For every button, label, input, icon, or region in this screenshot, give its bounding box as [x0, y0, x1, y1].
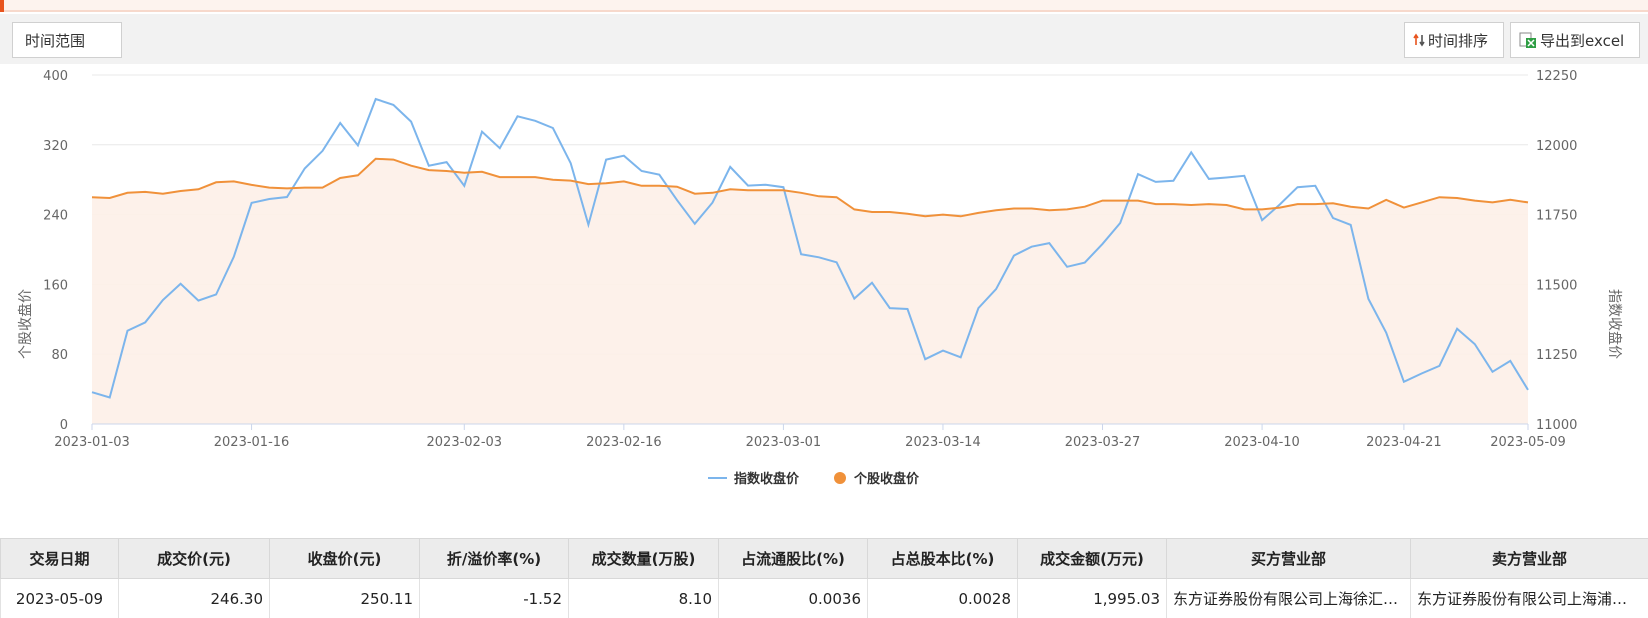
cell-buyer[interactable]: 东方证券股份有限公司上海徐汇区漕溪北路证券营业部 [1166, 578, 1411, 618]
column-header[interactable]: 买方营业部 [1166, 538, 1411, 579]
x-tick-label: 2023-04-10 [1224, 435, 1300, 450]
legend-item-stock[interactable]: 个股收盘价 [834, 471, 920, 487]
chart-legend: 指数收盘价 个股收盘价 [708, 471, 920, 487]
cell-close-price: 250.11 [269, 578, 420, 618]
cell-total-ratio: 0.0028 [867, 578, 1018, 618]
x-tick-label: 2023-03-27 [1065, 435, 1141, 450]
table-row: 2023-05-09 246.30 250.11 -1.52 8.10 0.00… [0, 578, 1648, 618]
export-excel-label: 导出到excel [1540, 31, 1625, 50]
stock-price-area [92, 158, 1528, 425]
x-tick-label: 2023-03-01 [746, 435, 822, 450]
legend-stock-label: 个股收盘价 [853, 471, 920, 487]
block-trade-table: 交易日期 成交价(元) 收盘价(元) 折/溢价率(%) 成交数量(万股) 占流通… [0, 538, 1648, 618]
legend-stock-swatch [834, 472, 846, 484]
column-header[interactable]: 成交价(元) [118, 538, 270, 579]
y-tick-left: 320 [43, 139, 68, 154]
column-header[interactable]: 成交金额(万元) [1017, 538, 1167, 579]
excel-icon [1519, 31, 1537, 49]
sort-arrows-icon [1413, 33, 1425, 47]
cell-float-ratio: 0.0036 [718, 578, 868, 618]
export-excel-button[interactable]: 导出到excel [1510, 22, 1640, 58]
legend-index-label: 指数收盘价 [734, 471, 800, 487]
time-sort-label: 时间排序 [1428, 31, 1489, 50]
x-tick-label: 2023-03-14 [905, 435, 981, 450]
column-header[interactable]: 卖方营业部 [1410, 538, 1648, 579]
y-tick-left: 0 [60, 418, 68, 433]
cell-deal-price: 246.30 [118, 578, 270, 618]
legend-item-index[interactable]: 指数收盘价 [708, 471, 800, 487]
x-tick-label: 2023-04-21 [1366, 435, 1442, 450]
section-header-strip [0, 0, 1648, 12]
y-axis-right-label: 指数收盘价 [1606, 289, 1623, 359]
y-tick-left: 80 [51, 348, 68, 363]
y-tick-right: 11250 [1536, 348, 1577, 363]
cell-volume: 8.10 [568, 578, 719, 618]
column-header[interactable]: 交易日期 [0, 538, 119, 579]
cell-amount: 1,995.03 [1017, 578, 1167, 618]
y-axis-left-label: 个股收盘价 [17, 289, 34, 359]
price-chart: 0 11000 80 11250 160 11500 240 11750 320 12000 400… [0, 64, 1648, 524]
y-tick-left: 400 [43, 69, 68, 84]
time-range-label: 时间范围 [25, 31, 86, 50]
column-header[interactable]: 收盘价(元) [269, 538, 420, 579]
cell-seller[interactable]: 东方证券股份有限公司上海浦东新区源深路证券营业部 [1410, 578, 1648, 618]
price-chart-svg: 0 11000 80 11250 160 11500 240 11750 320 12000 400… [17, 69, 1623, 487]
column-header[interactable]: 折/溢价率(%) [419, 538, 569, 579]
time-sort-button[interactable]: 时间排序 [1404, 22, 1504, 58]
section-accent-bar [0, 0, 4, 12]
time-range-button[interactable]: 时间范围 [12, 22, 122, 58]
toolbar: 时间范围 时间排序 导出到excel [0, 14, 1648, 64]
y-tick-left: 160 [43, 278, 68, 293]
x-tick-label: 2023-02-03 [427, 435, 503, 450]
x-tick-label: 2023-01-16 [214, 435, 290, 450]
column-header[interactable]: 占总股本比(%) [867, 538, 1018, 579]
x-tick-label: 2023-01-03 [54, 435, 130, 450]
x-tick-label: 2023-05-09 [1490, 435, 1566, 450]
y-tick-right: 12250 [1536, 69, 1577, 84]
y-tick-right: 11750 [1536, 209, 1577, 224]
y-tick-left: 240 [43, 209, 68, 224]
y-tick-right: 11500 [1536, 278, 1577, 293]
x-tick-label: 2023-02-16 [586, 435, 662, 450]
y-tick-right: 12000 [1536, 139, 1577, 154]
stock-area-layer [92, 158, 1528, 425]
cell-trade-date: 2023-05-09 [0, 578, 119, 618]
y-tick-right: 11000 [1536, 418, 1577, 433]
table-header-row: 交易日期 成交价(元) 收盘价(元) 折/溢价率(%) 成交数量(万股) 占流通… [0, 538, 1648, 579]
column-header[interactable]: 占流通股比(%) [718, 538, 868, 579]
column-header[interactable]: 成交数量(万股) [568, 538, 719, 579]
cell-premium-rate: -1.52 [419, 578, 569, 618]
